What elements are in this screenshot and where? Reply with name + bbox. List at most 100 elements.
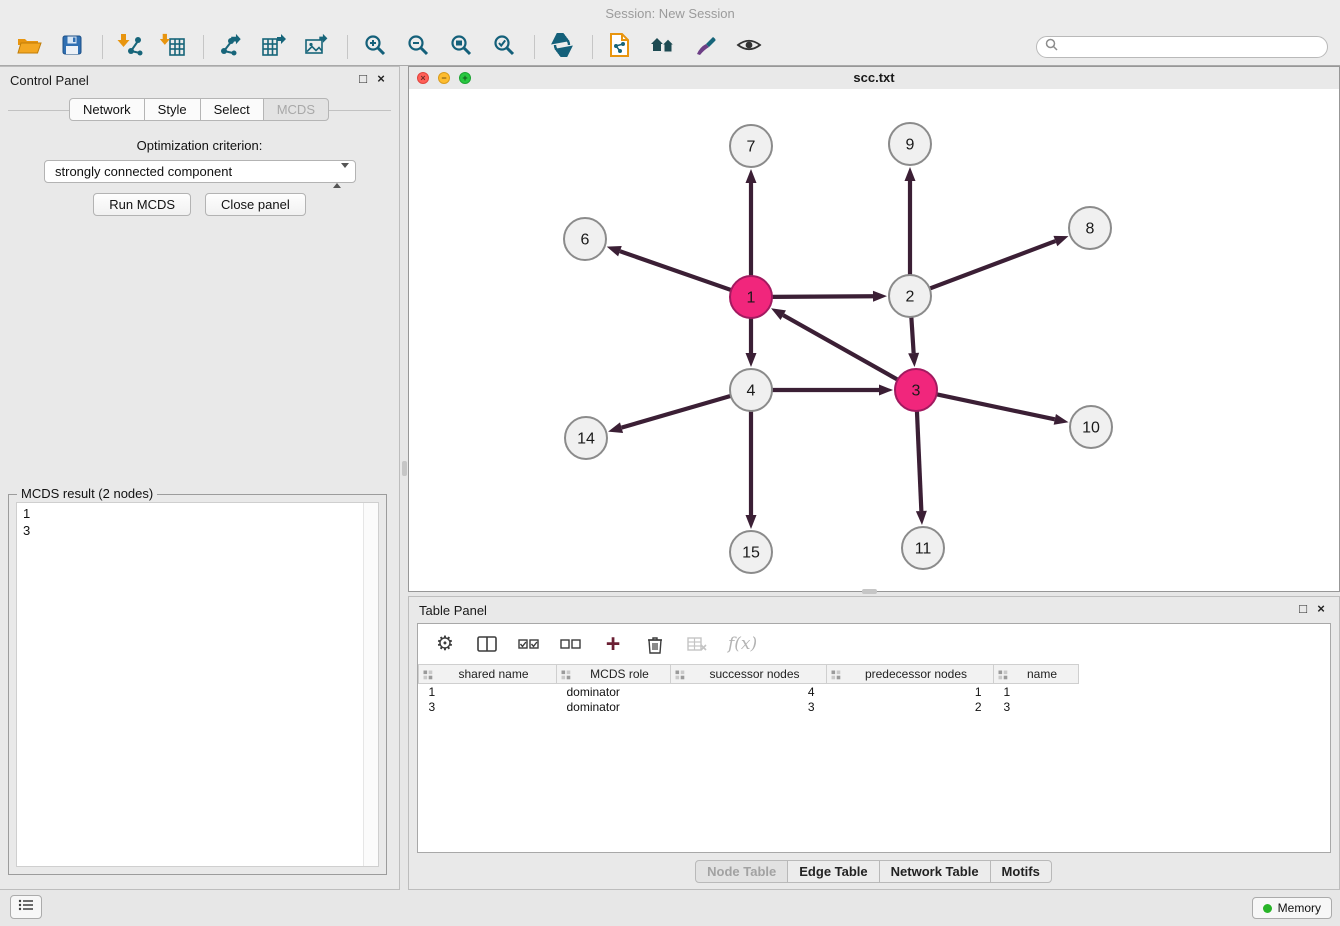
graph-edge-3-1[interactable] <box>783 315 897 380</box>
export-image-button[interactable] <box>300 32 334 62</box>
network-window-titlebar[interactable]: × − + scc.txt <box>409 67 1339 90</box>
dropdown-stepper-icon <box>333 165 349 186</box>
float-panel-icon[interactable]: □ <box>355 71 371 87</box>
save-session-button[interactable] <box>55 32 89 62</box>
minimize-window-icon[interactable]: − <box>438 72 450 84</box>
import-table-button[interactable] <box>156 32 190 62</box>
column-header-shared-name[interactable]: shared name <box>419 665 557 684</box>
graph-edge-3-11[interactable] <box>917 411 921 511</box>
attribute-type-icon <box>561 669 571 683</box>
column-layout-icon[interactable] <box>476 636 498 652</box>
export-network-button[interactable] <box>214 32 248 62</box>
import-table-icon <box>160 33 186 60</box>
zoom-in-icon <box>363 33 387 60</box>
column-header-predecessor-nodes[interactable]: predecessor nodes <box>827 665 994 684</box>
toolbar-separator <box>347 35 348 59</box>
column-header-successor-nodes[interactable]: successor nodes <box>671 665 827 684</box>
graph-node-4[interactable]: 4 <box>730 369 772 411</box>
graph-node-1[interactable]: 1 <box>730 276 772 318</box>
graph-arrowhead <box>607 246 622 256</box>
search-icon <box>1045 38 1058 56</box>
graph-node-11[interactable]: 11 <box>902 527 944 569</box>
tab-motifs[interactable]: Motifs <box>990 860 1052 883</box>
add-column-icon[interactable]: + <box>602 634 624 654</box>
graph-edge-1-6[interactable] <box>620 251 731 290</box>
graph-edge-4-14[interactable] <box>622 396 731 428</box>
graph-edge-2-3[interactable] <box>911 317 913 353</box>
graph-node-14[interactable]: 14 <box>565 417 607 459</box>
zoom-out-button[interactable] <box>401 32 435 62</box>
graph-node-8[interactable]: 8 <box>1069 207 1111 249</box>
memory-status-dot-icon <box>1263 904 1272 913</box>
memory-button-label: Memory <box>1278 901 1321 915</box>
tab-style[interactable]: Style <box>144 98 201 121</box>
graph-arrowhead <box>746 353 757 367</box>
export-image-icon <box>304 33 330 60</box>
export-table-button[interactable] <box>257 32 291 62</box>
table-row[interactable]: 1 dominator 4 1 1 <box>419 684 1331 700</box>
network-window-title: scc.txt <box>853 70 894 85</box>
close-panel-button[interactable]: Close panel <box>205 193 306 216</box>
attribute-type-icon <box>675 669 685 683</box>
show-graphics-details-button[interactable] <box>732 32 766 62</box>
status-bar: Memory <box>0 890 1340 926</box>
table-row[interactable]: 3 dominator 3 2 3 <box>419 699 1331 714</box>
memory-button[interactable]: Memory <box>1252 897 1332 919</box>
column-header-mcds-role[interactable]: MCDS role <box>557 665 671 684</box>
home-views-button[interactable] <box>646 32 680 62</box>
graph-node-2[interactable]: 2 <box>889 275 931 317</box>
apply-style-button[interactable] <box>689 32 723 62</box>
open-session-button[interactable] <box>12 32 46 62</box>
horizontal-split-handle[interactable] <box>862 589 877 594</box>
column-header-name[interactable]: name <box>994 665 1079 684</box>
graph-node-9[interactable]: 9 <box>889 123 931 165</box>
graph-node-15[interactable]: 15 <box>730 531 772 573</box>
settings-gear-icon[interactable]: ⚙ <box>434 634 456 654</box>
criterion-dropdown[interactable]: strongly connected component <box>44 160 356 183</box>
open-folder-icon <box>16 34 42 59</box>
zoom-fit-button[interactable] <box>444 32 478 62</box>
tab-network-table[interactable]: Network Table <box>879 860 991 883</box>
graph-edge-2-8[interactable] <box>930 241 1056 289</box>
tab-mcds[interactable]: MCDS <box>263 98 329 121</box>
window-titlebar[interactable]: Session: New Session <box>0 0 1340 28</box>
close-window-icon[interactable]: × <box>417 72 429 84</box>
refresh-layout-button[interactable] <box>545 32 579 62</box>
graph-node-label: 8 <box>1086 221 1095 238</box>
tab-node-table[interactable]: Node Table <box>695 860 788 883</box>
tab-network[interactable]: Network <box>69 98 145 121</box>
zoom-fit-icon <box>449 33 473 60</box>
close-table-panel-icon[interactable]: × <box>1313 601 1329 617</box>
import-network-button[interactable] <box>113 32 147 62</box>
float-table-panel-icon[interactable]: □ <box>1295 601 1311 617</box>
toolbar-separator <box>203 35 204 59</box>
application-window: Session: New Session <box>0 0 1340 926</box>
mcds-result-text[interactable]: 1 3 <box>16 502 379 867</box>
run-mcds-button[interactable]: Run MCDS <box>93 193 191 216</box>
network-canvas[interactable]: 7 9 6 8 1 2 4 3 14 10 15 11 <box>409 89 1339 591</box>
graph-node-label: 3 <box>912 383 921 400</box>
graph-arrowhead <box>905 167 916 181</box>
task-history-button[interactable] <box>10 895 42 919</box>
network-file-button[interactable] <box>603 32 637 62</box>
zoom-selected-button[interactable] <box>487 32 521 62</box>
search-input[interactable] <box>1063 39 1319 55</box>
empty-header <box>1079 665 1331 684</box>
graph-node-3[interactable]: 3 <box>895 369 937 411</box>
delete-icon[interactable] <box>644 635 666 654</box>
graph-node-6[interactable]: 6 <box>564 218 606 260</box>
graph-edge-3-10[interactable] <box>937 394 1055 419</box>
select-all-checkboxes-icon[interactable] <box>518 637 540 651</box>
result-scrollbar[interactable] <box>363 503 378 866</box>
graph-node-label: 9 <box>906 137 915 154</box>
tab-select[interactable]: Select <box>200 98 264 121</box>
graph-node-7[interactable]: 7 <box>730 125 772 167</box>
graph-node-10[interactable]: 10 <box>1070 406 1112 448</box>
tab-edge-table[interactable]: Edge Table <box>787 860 879 883</box>
zoom-in-button[interactable] <box>358 32 392 62</box>
deselect-checkboxes-icon[interactable] <box>560 637 582 651</box>
vertical-split-handle[interactable] <box>402 461 407 476</box>
graph-edge-1-2[interactable] <box>772 296 873 297</box>
close-panel-icon[interactable]: × <box>373 71 389 87</box>
maximize-window-icon[interactable]: + <box>459 72 471 84</box>
